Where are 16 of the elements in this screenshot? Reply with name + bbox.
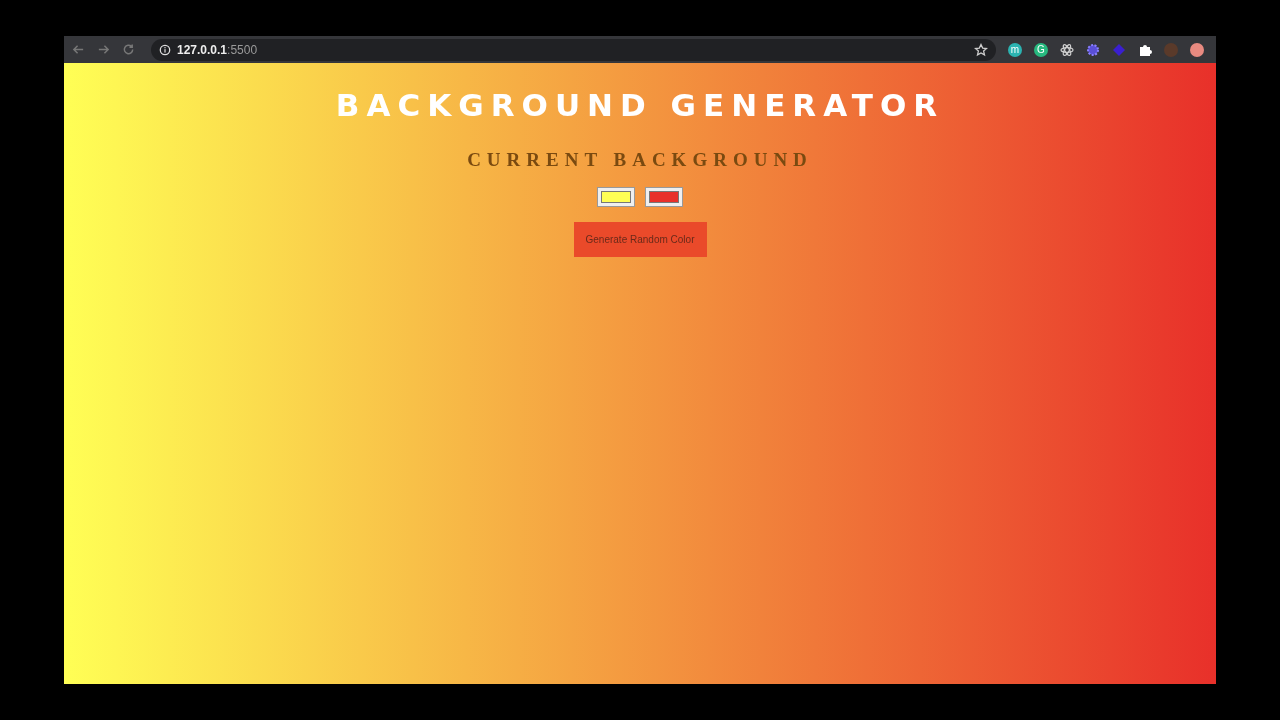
atom-icon[interactable]	[1060, 42, 1074, 57]
extension-icon[interactable]	[1190, 42, 1204, 57]
page-subtitle: CURRENT BACKGROUND	[467, 149, 813, 171]
extension-icon[interactable]: G	[1034, 42, 1048, 57]
extension-icon[interactable]: m	[1008, 42, 1022, 57]
page-title: BACKGROUND GENERATOR	[335, 87, 945, 123]
puzzle-icon[interactable]	[1138, 42, 1152, 57]
back-icon[interactable]	[72, 43, 85, 56]
generate-button[interactable]: Generate Random Color	[573, 222, 707, 257]
star-icon[interactable]	[974, 42, 988, 57]
gear-icon[interactable]	[1086, 42, 1100, 57]
reload-icon[interactable]	[122, 43, 135, 56]
url-text: 127.0.0.1:5500	[177, 42, 259, 57]
forward-icon[interactable]	[97, 43, 110, 56]
info-icon[interactable]	[159, 43, 171, 56]
address-bar[interactable]: 127.0.0.1:5500	[151, 38, 996, 61]
